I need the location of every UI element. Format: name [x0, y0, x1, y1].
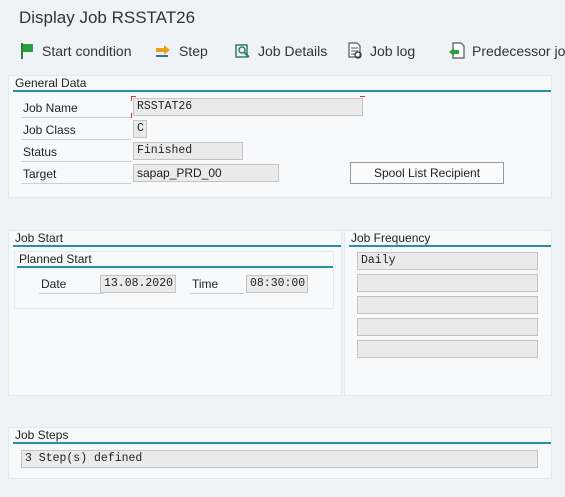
predecessor-job-label: Predecessor job	[472, 43, 565, 59]
frequency-row: Daily	[357, 252, 538, 270]
frequency-row	[357, 296, 538, 314]
job-class-label: Job Class	[21, 120, 131, 140]
job-name-label: Job Name	[21, 98, 131, 118]
time-label: Time	[190, 274, 244, 294]
job-steps-summary: 3 Step(s) defined	[21, 450, 538, 468]
required-marker-icon	[131, 113, 136, 118]
start-condition-button[interactable]: Start condition	[18, 40, 132, 62]
predecessor-job-button[interactable]: Predecessor job	[448, 40, 565, 62]
job-steps-section: Job Steps 3 Step(s) defined	[8, 427, 552, 479]
job-log-label: Job log	[370, 43, 416, 59]
planned-start-group: Planned Start Date 13.08.2020 Time 08:30…	[14, 251, 334, 309]
job-name-field[interactable]: RSSTAT26	[133, 98, 363, 116]
job-start-heading: Job Start	[13, 231, 341, 247]
window-title: Display Job RSSTAT26	[19, 8, 196, 27]
general-data-section: General Data Job Name RSSTAT26 Job Class…	[8, 75, 552, 198]
details-icon	[234, 42, 252, 60]
step-button[interactable]: Step	[155, 40, 208, 62]
step-arrow-icon	[155, 42, 173, 60]
required-marker-icon	[360, 113, 365, 118]
log-icon	[346, 42, 364, 60]
job-frequency-section: Job Frequency Daily	[344, 230, 552, 396]
frequency-row	[357, 340, 538, 358]
spool-list-recipient-button[interactable]: Spool List Recipient	[350, 162, 504, 184]
date-field[interactable]: 13.08.2020	[100, 275, 176, 293]
frequency-row	[357, 318, 538, 336]
job-steps-heading: Job Steps	[13, 428, 551, 444]
status-field: Finished	[133, 142, 243, 160]
job-details-button[interactable]: Job Details	[234, 40, 327, 62]
status-label: Status	[21, 142, 131, 162]
start-condition-label: Start condition	[42, 43, 132, 59]
date-label: Date	[39, 274, 103, 294]
job-frequency-heading: Job Frequency	[349, 231, 551, 247]
job-log-button[interactable]: Job log	[346, 40, 415, 62]
target-label: Target	[21, 164, 131, 184]
general-data-heading: General Data	[13, 76, 551, 92]
frequency-row	[357, 274, 538, 292]
job-details-label: Job Details	[258, 43, 328, 59]
required-marker-icon	[360, 96, 365, 101]
title-bar: Display Job RSSTAT26	[0, 0, 565, 36]
planned-start-heading: Planned Start	[17, 252, 333, 268]
target-field[interactable]: sapap_PRD_00	[133, 164, 279, 182]
step-label: Step	[179, 43, 208, 59]
required-marker-icon	[131, 96, 136, 101]
flag-icon	[18, 42, 36, 60]
time-field[interactable]: 08:30:00	[246, 275, 308, 293]
predecessor-icon	[448, 42, 466, 60]
job-start-section: Job Start Planned Start Date 13.08.2020 …	[8, 230, 342, 396]
application-toolbar: Start condition Step Job Details Job log…	[0, 36, 565, 66]
job-class-field[interactable]: C	[133, 120, 147, 138]
